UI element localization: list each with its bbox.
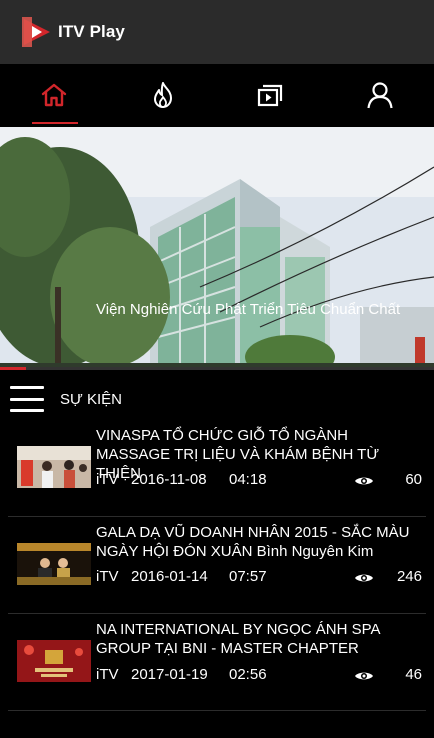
video-title: NA INTERNATIONAL BY NGỌC ÁNH SPA GROUP T… (96, 621, 380, 657)
video-date: 2016-01-14 (131, 568, 208, 585)
list-item[interactable]: Viện Nghiên Cứu Phát Triển Tiêu Chuẩn Ch… (96, 298, 426, 318)
video-meta: iTV 2016-11-08 04:18 60 (96, 471, 426, 491)
views-eye-icon (355, 477, 373, 485)
video-title: Viện Nghiên Cứu Phát Triển Tiêu Chuẩn Ch… (96, 301, 401, 318)
tab-videos[interactable] (217, 64, 326, 126)
tab-hot[interactable] (109, 64, 218, 126)
views-eye-icon (355, 672, 373, 680)
app-title: ITV Play (58, 22, 125, 41)
banner-progress-bar (0, 367, 434, 370)
video-channel: iTV (96, 568, 119, 585)
list-item[interactable]: GALA DẠ VŨ DOANH NHÂN 2015 - SẮC MÀU NGÀ… (0, 517, 434, 614)
user-icon (367, 82, 393, 109)
video-views: 246 (396, 568, 422, 585)
banner-image (0, 127, 434, 370)
home-icon (42, 83, 67, 107)
tab-home[interactable] (0, 64, 109, 126)
video-title: GALA DẠ VŨ DOANH NHÂN 2015 - SẮC MÀU NGÀ… (96, 524, 410, 560)
video-date: 2017-01-19 (131, 666, 208, 683)
video-duration: 07:57 (229, 568, 267, 585)
tab-account[interactable] (326, 64, 434, 126)
video-thumbnail[interactable] (17, 543, 91, 585)
video-channel: iTV (96, 666, 119, 683)
video-meta: iTV 2016-01-14 07:57 246 (96, 568, 426, 588)
video-library-icon (258, 84, 283, 107)
video-views: 60 (405, 471, 422, 488)
video-thumbnail[interactable] (17, 446, 91, 488)
video-duration: 04:18 (229, 471, 267, 488)
list-item[interactable]: NA INTERNATIONAL BY NGỌC ÁNH SPA GROUP T… (0, 614, 434, 711)
play-logo-icon (22, 17, 50, 47)
video-thumbnail[interactable] (17, 640, 91, 682)
video-channel: iTV (96, 471, 119, 488)
divider (8, 710, 426, 711)
featured-banner[interactable] (0, 127, 434, 370)
video-views: 46 (405, 666, 422, 683)
active-tab-indicator (32, 122, 78, 124)
section-title: SỰ KIỆN (60, 390, 122, 408)
views-eye-icon (355, 574, 373, 582)
video-list: VINASPA TỔ CHỨC GIỖ TỔ NGÀNH MASSAGE TRỊ… (0, 420, 434, 711)
hamburger-menu-icon[interactable] (10, 386, 44, 412)
banner-progress-fill (0, 367, 27, 370)
tab-bar (0, 64, 434, 126)
video-duration: 02:56 (229, 666, 267, 683)
video-meta: iTV 2017-01-19 02:56 46 (96, 666, 426, 686)
fire-icon (153, 82, 172, 108)
video-date: 2016-11-08 (131, 471, 207, 488)
app-bar: ITV Play (0, 0, 434, 64)
section-header: SỰ KIỆN (0, 378, 434, 420)
list-item[interactable]: VINASPA TỔ CHỨC GIỖ TỔ NGÀNH MASSAGE TRỊ… (0, 420, 434, 517)
